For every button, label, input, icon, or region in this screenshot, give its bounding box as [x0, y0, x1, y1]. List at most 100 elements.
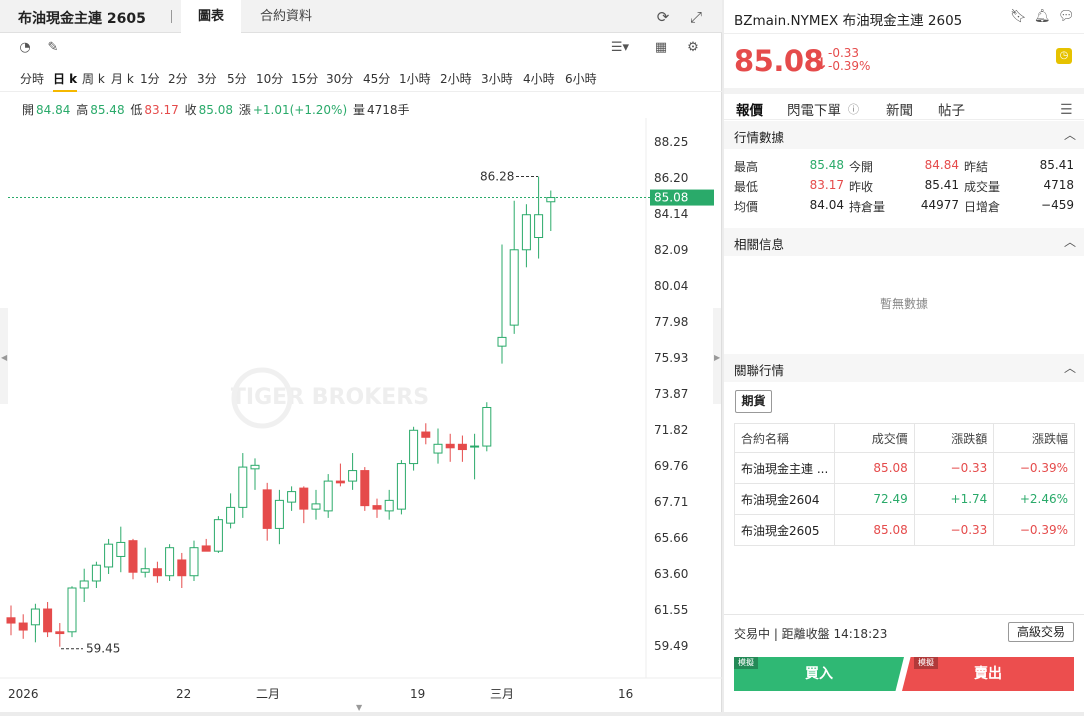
tab-quote[interactable]: 報價 [736, 99, 763, 127]
period-1min[interactable]: 1分 [140, 70, 160, 87]
chart-svg[interactable]: TIGER BROKERS 88.25 86.20 84.14 82.09 80.04 77… [0, 118, 722, 712]
period-daily[interactable]: 日 k [53, 70, 78, 92]
chevron-left-icon: ◀ [1, 353, 8, 362]
table-row[interactable]: 布油現金2604 72.49 +1.74 +2.46% [733, 483, 1075, 515]
candle-body [6, 617, 16, 624]
candle-body [116, 541, 126, 557]
x-tick-label: 22 [176, 687, 191, 701]
tab-flash-order[interactable]: 閃電下單 [787, 99, 841, 119]
open-label: 開 [22, 103, 35, 117]
period-30min[interactable]: 30分 [326, 70, 353, 87]
low-label: 低 [130, 103, 143, 117]
chevron-up-icon[interactable]: ︿ [1064, 126, 1076, 143]
stat-value: 85.41 [924, 178, 959, 192]
draw-pen-icon[interactable]: ✎ [44, 39, 62, 57]
related-quotes-header[interactable]: 關聯行情 ︿ [724, 354, 1084, 382]
candle-body [30, 608, 40, 626]
market-data-header[interactable]: 行情數據 ︿ [724, 121, 1084, 149]
bookmark-icon[interactable]: 🔖︎ [1010, 9, 1027, 25]
stat-label: 最低 [734, 180, 759, 194]
candle-body [433, 443, 443, 454]
candle-body [348, 470, 358, 482]
stat-value: 84.84 [924, 158, 959, 172]
open-value: 84.84 [36, 103, 71, 117]
period-2h[interactable]: 2小時 [440, 70, 472, 87]
period-6h[interactable]: 6小時 [565, 70, 597, 87]
col-contract-name[interactable]: 合約名稱 [733, 423, 836, 453]
y-tick-label: 82.09 [654, 243, 688, 257]
y-tick-label: 77.98 [654, 315, 688, 329]
table-cell: 85.08 [834, 452, 915, 484]
candle-body [421, 431, 431, 438]
candle-body [299, 487, 309, 510]
clock-icon[interactable]: ◷ [1056, 48, 1072, 64]
chart-titlebar: 布油現金主連 2605 圖表 合約資料 ⟳ ⤢ [0, 0, 722, 33]
candle-body [104, 543, 114, 568]
stat-label: 均價 [734, 200, 759, 214]
period-10min[interactable]: 10分 [256, 70, 283, 87]
candle-body [177, 559, 187, 577]
period-2min[interactable]: 2分 [168, 70, 188, 87]
related-quotes-table: 合約名稱 成交價 漲跌額 漲跌幅 布油現金主連 ... 85.08 −0.33 −0.… [733, 423, 1075, 546]
period-45min[interactable]: 45分 [363, 70, 390, 87]
table-row[interactable]: 布油現金2605 85.08 −0.33 −0.39% [733, 514, 1075, 546]
related-info-header[interactable]: 相關信息 ︿ [724, 228, 1084, 256]
period-monthly[interactable]: 月 k [111, 70, 134, 87]
sell-button[interactable]: 模擬 賣出 [902, 657, 1074, 691]
period-5min[interactable]: 5分 [227, 70, 247, 87]
low-value: 83.17 [144, 103, 179, 117]
x-tick-label: 三月 [490, 687, 514, 701]
period-1h[interactable]: 1小時 [399, 70, 431, 87]
refresh-icon[interactable]: ⟳ [654, 8, 672, 26]
y-tick-label: 61.55 [654, 603, 688, 617]
col-last-price[interactable]: 成交價 [834, 423, 915, 453]
stat-value: 44977 [920, 198, 959, 212]
chevron-up-icon[interactable]: ︿ [1064, 233, 1076, 250]
futures-filter-button[interactable]: 期貨 [735, 390, 772, 413]
period-4h[interactable]: 4小時 [523, 70, 555, 87]
advanced-trade-button[interactable]: 高級交易 [1008, 622, 1074, 642]
period-3h[interactable]: 3小時 [481, 70, 513, 87]
col-change-pct[interactable]: 漲跌幅 [993, 423, 1075, 453]
change-label: 漲 [238, 103, 251, 117]
candle-body [238, 466, 248, 508]
stats-row: 最高 85.48 今開 84.84 昨結 85.41 [734, 158, 1074, 178]
tab-news[interactable]: 新聞 [886, 99, 913, 119]
period-selector: 分時 日 k 周 k 月 k 1分 2分 3分 5分 10分 15分 30分 4… [0, 66, 722, 92]
stat-value: 84.04 [809, 198, 844, 212]
settings-gear-icon[interactable]: ⚙ [684, 39, 702, 57]
high-label: 高 [76, 103, 89, 117]
table-cell: −0.33 [913, 514, 995, 546]
volume-value: 4718手 [366, 103, 410, 117]
info-circle-icon[interactable]: ⓘ [848, 101, 859, 117]
period-3min[interactable]: 3分 [197, 70, 217, 87]
y-tick-label: 59.49 [654, 639, 688, 653]
tab-chart[interactable]: 圖表 [181, 0, 241, 33]
candle-body [152, 568, 162, 577]
tab-contract-info[interactable]: 合約資料 [246, 0, 326, 33]
fullscreen-icon[interactable]: ⤢ [687, 8, 705, 26]
period-weekly[interactable]: 周 k [82, 70, 105, 87]
comment-icon[interactable]: 💬︎ [1058, 9, 1075, 25]
bell-icon[interactable]: 🔔︎ [1034, 9, 1051, 25]
change-value: +1.01(+1.20%) [252, 103, 348, 117]
layout-grid-icon[interactable]: ▦ [652, 39, 670, 57]
col-change[interactable]: 漲跌額 [913, 423, 995, 453]
indicator-icon[interactable]: ◔ [16, 39, 34, 57]
stat-label: 最高 [734, 160, 759, 174]
stat-value: 4718 [1043, 178, 1074, 192]
chart-type-icon[interactable]: ☰▾ [606, 39, 634, 57]
candle-body [91, 564, 101, 582]
table-row[interactable]: 布油現金主連 ... 85.08 −0.33 −0.39% [733, 452, 1075, 484]
stat-value: −459 [1041, 198, 1074, 212]
period-15min[interactable]: 15分 [291, 70, 318, 87]
menu-icon[interactable]: ☰ [1060, 102, 1073, 118]
candle-body [396, 463, 406, 510]
period-intraday[interactable]: 分時 [20, 70, 44, 87]
chevron-up-icon[interactable]: ︿ [1064, 359, 1076, 376]
tab-posts[interactable]: 帖子 [938, 99, 965, 119]
candlestick-chart[interactable]: TIGER BROKERS 88.25 86.20 84.14 82.09 80.04 77… [0, 118, 722, 712]
table-cell: 布油現金2605 [733, 514, 836, 546]
volume-label: 量 [352, 103, 365, 117]
buy-button[interactable]: 模擬 買入 [734, 657, 904, 691]
